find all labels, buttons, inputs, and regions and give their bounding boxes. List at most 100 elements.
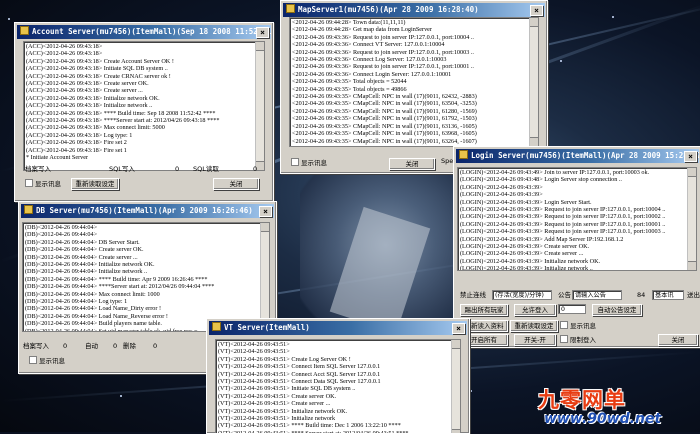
log-line: (LOGIN)<2012-04-26 09:43:39> Request to …	[460, 228, 666, 236]
log-line: (DB)<2012-04-26 09:44:04> DB Server Star…	[25, 238, 140, 246]
log-line: (DB)<2012-04-26 09:44:04> Initialize net…	[25, 268, 148, 276]
checkbox-box	[291, 158, 299, 166]
close-icon[interactable]: ×	[684, 151, 697, 162]
log-line: <2012-04-26 09:44:28> Get map data from …	[292, 26, 432, 34]
close-icon[interactable]: ×	[259, 206, 272, 217]
send-label[interactable]: 送出	[687, 291, 700, 300]
log-line: (LOGIN)<2012-04-26 09:43:39> Add Map Ser…	[460, 235, 624, 243]
log-line: (LOGIN)<2012-04-26 09:43:39> Create serv…	[460, 243, 590, 251]
log-listbox[interactable]: (DB)<2012-04-26 09:44:04> (DB)<2012-04-26…	[22, 222, 270, 332]
log-line: (LOGIN)<2012-04-26 09:43:39> Initialize …	[460, 257, 601, 265]
log-line: (DB)<2012-04-26 09:44:04> Initialize net…	[25, 261, 155, 269]
vertical-scrollbar[interactable]	[687, 168, 696, 270]
log-line: (VT)<2012-04-26 09:43:51> **** Build tim…	[218, 422, 401, 430]
vertical-scrollbar[interactable]	[451, 340, 460, 433]
log-line: (DB)<2012-04-26 09:44:04> Log type: 1	[25, 298, 128, 306]
ban-duration-field[interactable]: (存活(宽度)/分钟)	[492, 290, 552, 300]
log-line: (LOGIN)<2012-04-26 09:43:39> Initialize …	[460, 265, 593, 271]
checkbox-label: 限制登入	[570, 336, 596, 344]
show-messages-checkbox[interactable]: 显示讯息	[25, 179, 61, 189]
log-line: (VT)<2012-04-26 09:43:51> Connect Acct S…	[218, 370, 381, 378]
file-write-label: 档案写入	[25, 165, 51, 173]
reload-settings-button[interactable]: 重新读取设定	[510, 320, 558, 332]
log-line: (LOGIN)<2012-04-26 09:43:48> Login Serve…	[460, 176, 622, 184]
log-listbox[interactable]: (LOGIN)<2012-04-26 09:43:49> Join to ser…	[457, 167, 697, 271]
log-line: <2012-04-26 09:43:35> CMapCell: NPC in w…	[292, 137, 477, 145]
close-button[interactable]: 关闭	[213, 178, 259, 190]
notice-input[interactable]: 请输入公告	[572, 290, 622, 300]
app-icon	[459, 150, 468, 159]
log-line: (ACC)<2012-04-26 09:43:18>	[26, 50, 103, 58]
log-line: (LOGIN)<2012-04-26 09:43:49> Join to ser…	[460, 169, 650, 176]
auto-value: 0	[113, 342, 118, 350]
log-line: (ACC)<2012-04-26 09:43:18> Create CRNAC …	[26, 72, 171, 80]
show-messages-checkbox[interactable]: 显示讯息	[560, 321, 596, 331]
vertical-scrollbar[interactable]	[529, 18, 538, 146]
vt-server-window: VT Server(ItemMall) × (VT)<2012-04-26 09:…	[206, 318, 470, 434]
log-line: <2012-04-26 09:43:35> CMapCell: NPC in w…	[292, 100, 477, 108]
spin-field[interactable]: 0	[558, 304, 586, 314]
close-icon[interactable]: ×	[256, 27, 269, 38]
close-icon[interactable]: ×	[452, 323, 465, 334]
show-messages-checkbox[interactable]: 显示讯息	[291, 158, 327, 168]
star	[470, 390, 472, 392]
close-button[interactable]: 关闭	[389, 158, 435, 170]
log-line: <2012-04-26 09:43:35> CMapCell: NPC in w…	[292, 107, 477, 115]
checkbox-box	[560, 321, 568, 329]
checkbox-box	[25, 179, 33, 187]
log-line: (ACC)<2012-04-26 09:43:18> **** Build ti…	[26, 109, 216, 117]
db-server-titlebar[interactable]: DB Server(mu7456)(ItemMall)(Apr 9 2009 1…	[21, 204, 274, 218]
login-server-window: Login Server(mu7456)(ItemMall)(Apr 28 20…	[453, 146, 700, 348]
log-line: (VT)<2012-04-26 09:43:51>	[218, 348, 290, 356]
log-line: (LOGIN)<2012-04-26 09:43:39>	[460, 191, 543, 199]
log-line: (ACC)<2012-04-26 09:43:18> Initiate SQL …	[26, 65, 168, 73]
log-line: <2012-04-26 09:43:35> CMapCell: NPC in w…	[292, 130, 477, 138]
log-line: (ACC)<2012-04-26 09:43:18> Max connect l…	[26, 124, 165, 132]
auto-notice-settings-button[interactable]: 自动公告设定	[592, 304, 642, 316]
log-line: (LOGIN)<2012-04-26 09:43:39> Request to …	[460, 220, 666, 228]
delete-label: 删除	[123, 342, 136, 350]
log-listbox[interactable]: (VT)<2012-04-26 09:43:51> (VT)<2012-04-26…	[215, 339, 461, 433]
vt-server-titlebar[interactable]: VT Server(ItemMall) ×	[209, 321, 467, 335]
star	[560, 60, 562, 62]
account-server-titlebar[interactable]: Account Server(mu7456)(ItemMall)(Sep 18 …	[17, 25, 271, 39]
login-server-titlebar[interactable]: Login Server(mu7456)(ItemMall)(Apr 28 20…	[456, 149, 699, 163]
vertical-scrollbar[interactable]	[255, 42, 264, 170]
auto-label: 自动	[85, 342, 98, 350]
log-line: (DB)<2012-04-26 09:44:04> ****Server sta…	[25, 283, 215, 291]
log-line: (LOGIN)<2012-04-26 09:43:39> Request to …	[460, 213, 666, 221]
vertical-scrollbar[interactable]	[260, 223, 269, 331]
log-line: (ACC)<2012-04-26 09:43:18> Create Accoun…	[26, 57, 174, 65]
show-messages-checkbox[interactable]: 显示讯息	[29, 356, 65, 366]
checkbox-label: 显示讯息	[301, 159, 327, 167]
sql-read-label: SQL读取	[193, 165, 219, 173]
log-line: (DB)<2012-04-26 09:44:04> Create server …	[25, 253, 138, 261]
window-title: VT Server(ItemMall)	[224, 323, 310, 332]
log-line: (ACC)<2012-04-26 09:43:18> Fire set 1	[26, 146, 127, 154]
log-listbox[interactable]: (ACC)<2012-04-26 09:43:18> (ACC)<2012-04-…	[23, 41, 265, 171]
checkbox-label: 显示讯息	[570, 322, 596, 330]
window-title: Login Server(mu7456)(ItemMall)(Apr 28 20…	[471, 151, 699, 160]
log-line: (ACC)<2012-04-26 09:43:18> Initialize ne…	[26, 94, 160, 102]
log-line: (DB)<2012-04-26 09:44:04> Load Name_Dirt…	[25, 305, 162, 313]
kick-all-players-button[interactable]: 踢出所有玩家	[460, 304, 508, 316]
close-icon[interactable]: ×	[530, 5, 543, 16]
allow-login-button[interactable]: 允许登入	[514, 304, 556, 316]
map-server-titlebar[interactable]: MapServer1(mu7456)(Apr 28 2009 16:28:40)…	[283, 3, 545, 17]
log-line: <2012-04-26 09:43:35> Total objects = 52…	[292, 78, 407, 86]
log-line: (VT)<2012-04-26 09:43:51> Connect Item S…	[218, 363, 381, 371]
file-write-value: 0	[63, 342, 68, 350]
log-line: <2012-04-26 09:44:28> Town data:(11,11,1…	[292, 19, 406, 26]
log-line: <2012-04-26 09:43:36> Connect Log Server…	[292, 56, 447, 64]
log-line: (ACC)<2012-04-26 09:43:18> Create server…	[26, 80, 149, 88]
switch-open-button[interactable]: 开关-开	[514, 334, 556, 346]
notice-mode-select[interactable]: 基本讯	[652, 290, 684, 300]
reload-settings-button[interactable]: 重新读取设定	[71, 178, 119, 190]
log-line: (ACC)<2012-04-26 09:43:18>	[26, 43, 103, 50]
limit-login-checkbox[interactable]: 限制登入	[560, 335, 596, 345]
log-line: (ACC)<2012-04-26 09:43:18> Fire set 2	[26, 139, 127, 147]
log-line: (VT)<2012-04-26 09:43:51>	[218, 341, 290, 348]
close-button[interactable]: 关闭	[658, 334, 698, 346]
log-listbox[interactable]: <2012-04-26 09:44:28> Town data:(11,11,1…	[289, 17, 539, 147]
log-line: (DB)<2012-04-26 09:44:04> Create server …	[25, 246, 144, 254]
